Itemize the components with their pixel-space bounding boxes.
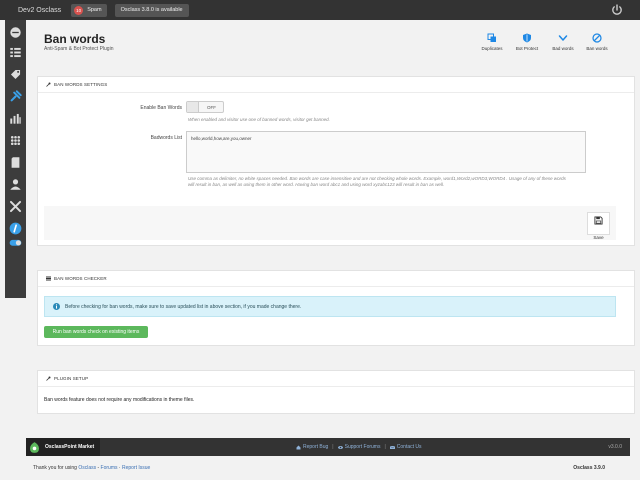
run-check-button[interactable]: Run ban words check on existing items [44,326,148,338]
sidebar-item-plugins[interactable] [5,86,26,106]
sidebar-item-stats[interactable] [5,108,26,128]
market-link[interactable]: OsclassPoint Market [26,438,101,456]
tool-bot-protect[interactable]: Bot Protect [510,33,544,51]
checker-alert-text: Before checking for ban words, make sure… [65,303,302,310]
separator: | [384,444,386,450]
sidebar-item-tools[interactable] [5,196,26,216]
save-icon [594,216,603,225]
spam-count-badge: 10 [74,5,84,15]
top-bar: Dev2 Osclass 10 Spam Osclass 3.8.0 is av… [0,0,640,20]
tool-ban-words[interactable]: Ban words [580,33,614,51]
badwords-textarea[interactable]: hello,world,how,are,you,owner [186,131,586,173]
tool-bad-words-label: Bad words [552,46,574,51]
setup-heading: PLUGIN SETUP [38,371,634,387]
home-icon [296,445,301,449]
spam-label: Spam [87,7,102,13]
sidebar-item-dashboard[interactable] [5,22,26,42]
report-bug-link[interactable]: Report Bug [296,444,328,450]
save-label: Save [593,235,604,240]
stats-icon [10,113,21,124]
report-issue-link[interactable]: Report Issue [122,465,150,471]
duplicates-icon [487,33,496,42]
checker-alert: Before checking for ban words, make sure… [44,296,616,317]
sidebar-item-pages[interactable] [5,152,26,172]
envelope-icon [389,445,395,449]
save-button[interactable]: Save [587,212,610,240]
shield-icon [523,33,531,43]
dashboard-icon [10,26,21,38]
tool-duplicates[interactable]: Duplicates [475,33,509,51]
market-logo-icon [30,441,39,453]
chevron-down-icon [558,35,568,41]
sidebar-item-users[interactable] [5,174,26,194]
sidebar-item-grid[interactable] [5,130,26,150]
checker-heading: BAN WORDS CHECKER [38,271,634,287]
wrench-icon [46,82,51,87]
plugins-icon [10,89,22,101]
list-icon [46,276,51,281]
info-icon [53,303,60,310]
sidebar [5,20,26,298]
plugin-version: v3.0.0 [608,444,622,450]
contact-us-link[interactable]: Contact Us [389,444,422,450]
setup-text: Ban words feature does not require any m… [44,397,195,403]
spam-button[interactable]: 10 Spam [71,3,107,17]
listings-icon [10,47,21,57]
toggle-icon [9,239,22,246]
tags-icon [10,69,21,79]
tools-icon [9,200,22,212]
separator: | [332,444,334,450]
bottom-bar: OsclassPoint Market Report Bug | Support… [26,438,630,456]
support-forums-link[interactable]: Support Forums [337,444,380,450]
update-notice[interactable]: Osclass 3.8.0 is available [114,3,189,17]
enable-ban-words-toggle[interactable]: OFF [186,101,224,113]
tool-bad-words[interactable]: Bad words [546,33,580,51]
credits: Thank you for using Osclass - Forums · R… [33,465,151,471]
forums-link[interactable]: Forums [101,465,118,471]
tool-ban-words-label: Ban words [586,46,608,51]
enable-ban-words-label: Enable Ban Words [140,105,182,111]
eye-icon [337,445,343,449]
toggle-knob [187,102,199,112]
tool-duplicates-label: Duplicates [481,46,503,51]
setup-panel: PLUGIN SETUP [37,370,635,414]
page-title: Ban words [44,32,106,46]
page-subtitle: Anti-Spam & Bot Protect Plugin [44,46,114,52]
grid-icon [10,135,21,145]
sidebar-item-tags[interactable] [5,64,26,84]
support-links: Report Bug | Support Forums | Contact Us [296,438,422,456]
badwords-help-line-2: will result in ban, as well as using the… [188,182,445,187]
osclass-link[interactable]: Osclass [78,465,96,471]
badwords-list-label: Badwords List [150,135,182,141]
osclass-version: Osclass 3.9.0 [573,465,605,471]
wrench-icon [46,376,51,381]
power-icon[interactable] [610,3,624,17]
site-brand[interactable]: Dev2 Osclass [18,7,61,14]
market-label: OsclassPoint Market [45,444,95,450]
tool-bot-protect-label: Bot Protect [515,46,539,51]
ban-icon [592,33,602,43]
pages-icon [11,156,20,168]
sidebar-item-toggle[interactable] [5,232,26,252]
enable-help-text: When enabled and visitor use one of bann… [188,117,330,122]
settings-heading: BAN WORDS SETTINGS [38,77,634,93]
users-icon [10,178,21,190]
toggle-state: OFF [207,104,216,110]
settings-footer [44,206,616,240]
sidebar-item-listings[interactable] [5,42,26,62]
